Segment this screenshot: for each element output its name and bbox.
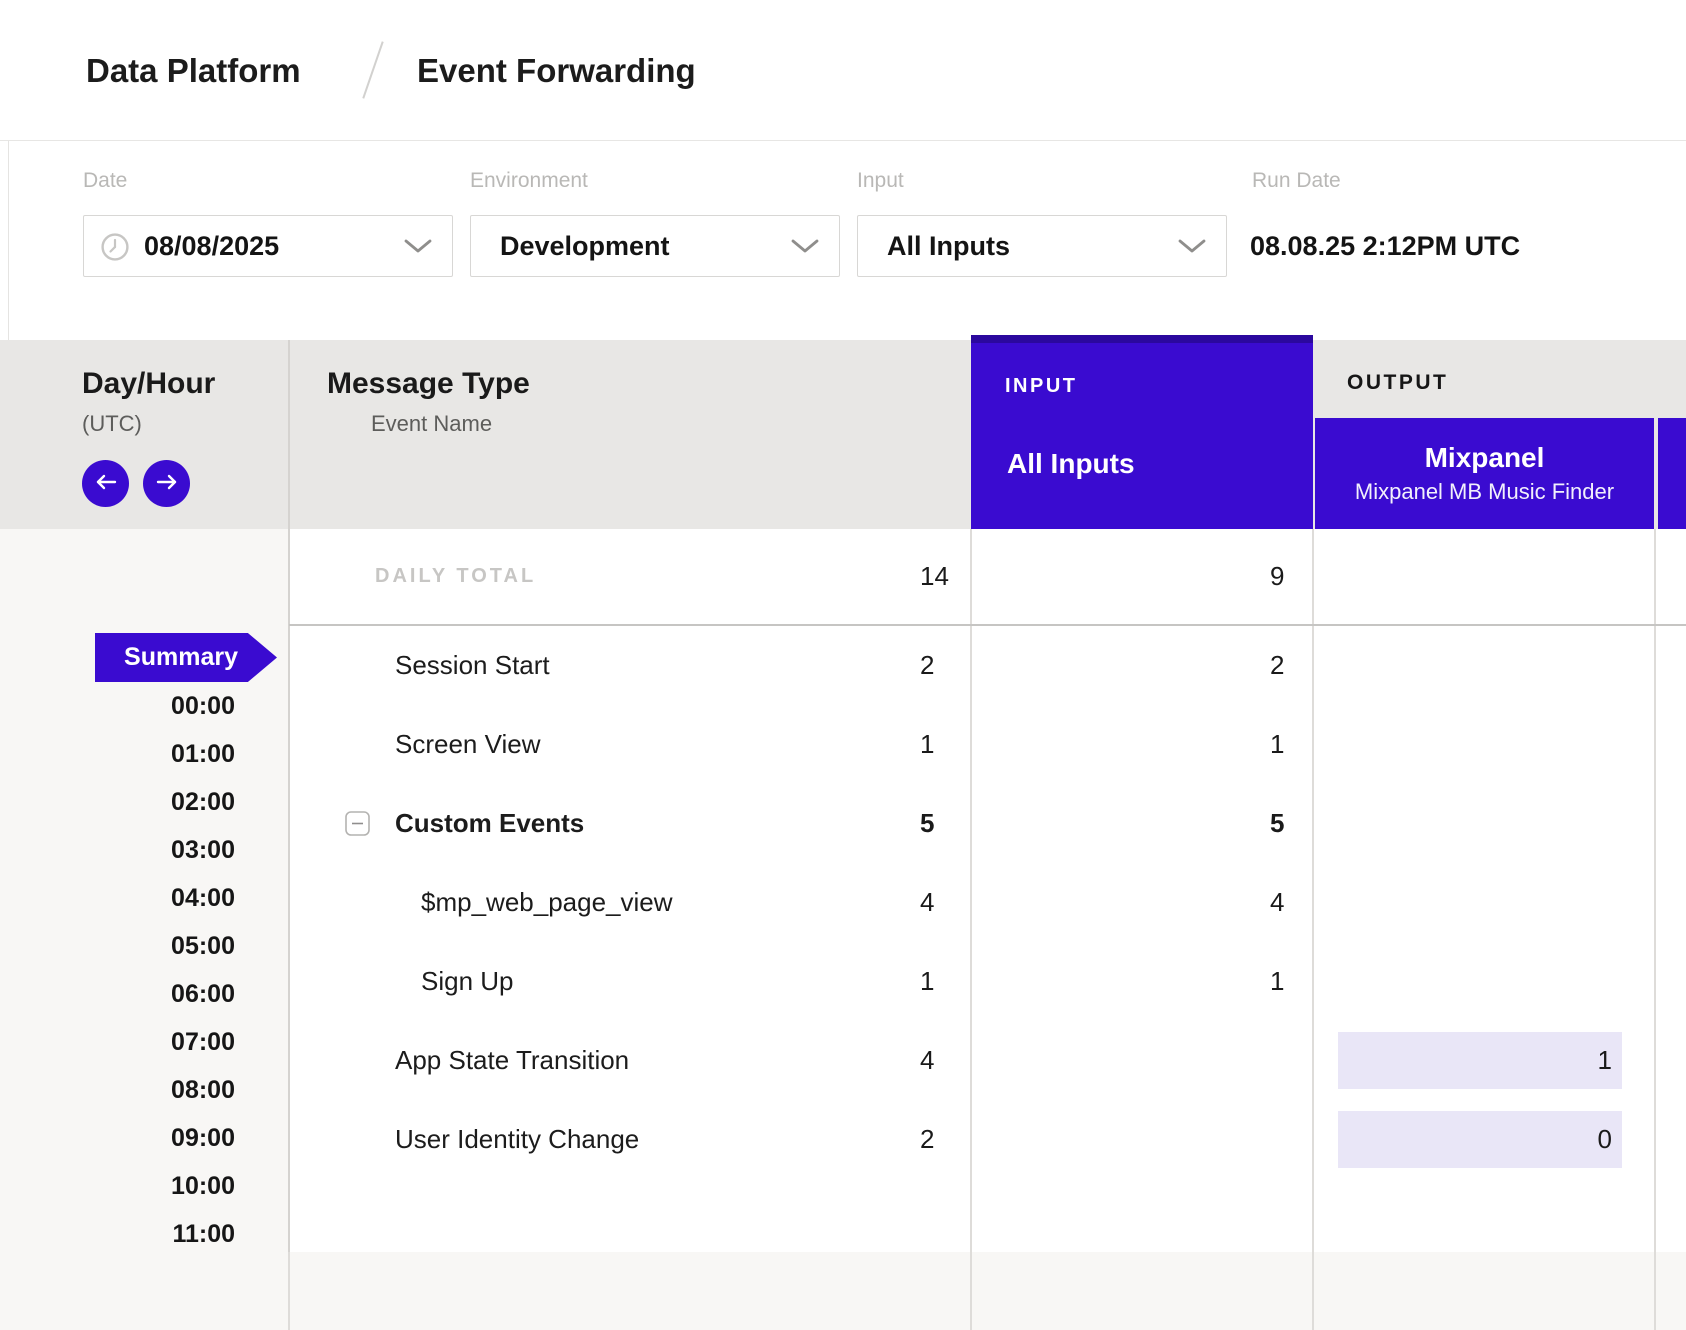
hour-label-11[interactable]: 11:00: [0, 1210, 235, 1258]
output-value-cell[interactable]: 1: [1313, 705, 1655, 784]
table-row-mp-web-page-view: $mp_web_page_view 4 4: [0, 863, 1686, 942]
input-select-value: All Inputs: [887, 216, 1010, 276]
next-day-button[interactable]: [143, 460, 190, 507]
column-divider: [288, 1252, 290, 1330]
message-type-column-title: Message Type: [327, 367, 530, 401]
input-value-cell[interactable]: 1: [971, 705, 1313, 784]
date-select[interactable]: 08/08/2025: [83, 215, 453, 277]
event-name-column-subtitle: Event Name: [371, 411, 492, 437]
chevron-down-icon: [1178, 239, 1206, 254]
chevron-down-icon: [404, 239, 432, 254]
environment-select-value: Development: [500, 216, 670, 276]
row-label: Custom Events: [395, 784, 584, 863]
input-group-label: INPUT: [1005, 375, 1078, 398]
row-label: Screen View: [395, 705, 541, 784]
clock-icon: [100, 232, 130, 262]
collapse-group-icon[interactable]: [345, 811, 370, 836]
table-footer-area: [0, 1252, 1686, 1330]
input-value-cell[interactable]: 1: [971, 942, 1313, 1021]
arrow-left-icon: [94, 473, 118, 494]
column-divider: [970, 1252, 972, 1330]
output-value-cell[interactable]: 1: [1313, 942, 1655, 1021]
chevron-down-icon: [791, 239, 819, 254]
output-group-label: OUTPUT: [1347, 371, 1448, 395]
row-label: $mp_web_page_view: [421, 863, 673, 942]
run-date-value: 08.08.25 2:12PM UTC: [1250, 224, 1520, 268]
output-name: Mixpanel: [1425, 443, 1545, 473]
daily-total-row: DAILY TOTAL 14 9: [0, 529, 1686, 624]
output-value-cell[interactable]: 2: [1313, 626, 1655, 705]
row-label: Session Start: [395, 626, 550, 705]
day-hour-column-title: Day/Hour: [82, 367, 215, 401]
input-value-cell[interactable]: 5: [971, 784, 1313, 863]
environment-select[interactable]: Development: [470, 215, 840, 277]
breadcrumb-divider-icon: [362, 41, 383, 98]
column-divider: [1654, 529, 1656, 1330]
day-hour-timezone: (UTC): [82, 411, 142, 437]
input-filter-label: Input: [857, 168, 904, 194]
table-row-sign-up: Sign Up 1 1: [0, 942, 1686, 1021]
input-select[interactable]: All Inputs: [857, 215, 1227, 277]
environment-filter-label: Environment: [470, 168, 588, 194]
table-row-app-state-transition: App State Transition 4 1: [0, 1021, 1686, 1100]
table-row-screen-view: Screen View 1 1: [0, 705, 1686, 784]
output-value-cell-highlighted[interactable]: 0: [1313, 1100, 1655, 1179]
daily-total-label: DAILY TOTAL: [375, 529, 536, 624]
date-select-value: 08/08/2025: [144, 216, 279, 276]
input-column-name: All Inputs: [1007, 448, 1135, 480]
input-value-cell[interactable]: 2: [971, 626, 1313, 705]
input-value-cell[interactable]: 4: [971, 1021, 1313, 1100]
table-row-session-start: Session Start 2 2: [0, 626, 1686, 705]
daily-total-output-cell: 9: [1313, 529, 1655, 624]
output-value-cell[interactable]: 5: [1313, 784, 1655, 863]
previous-day-button[interactable]: [82, 460, 129, 507]
row-label: App State Transition: [395, 1021, 629, 1100]
output-connection-name: Mixpanel MB Music Finder: [1355, 480, 1614, 504]
run-date-label: Run Date: [1252, 168, 1341, 194]
column-divider: [1654, 1252, 1656, 1330]
table-row-custom-events: Custom Events 5 5: [0, 784, 1686, 863]
column-divider: [288, 340, 290, 1330]
breadcrumb-section[interactable]: Data Platform: [86, 50, 301, 92]
date-filter-label: Date: [83, 168, 127, 194]
arrow-right-icon: [155, 473, 179, 494]
row-label: User Identity Change: [395, 1100, 639, 1179]
output-value-cell-highlighted[interactable]: 1: [1313, 1021, 1655, 1100]
table-row-user-identity-change: User Identity Change 2 0: [0, 1100, 1686, 1179]
column-divider: [1312, 1252, 1314, 1330]
output-column-header-mixpanel[interactable]: Mixpanel Mixpanel MB Music Finder: [1315, 418, 1654, 529]
breadcrumb-page-title: Event Forwarding: [417, 50, 696, 92]
output-value-cell[interactable]: 4: [1313, 863, 1655, 942]
input-value-cell[interactable]: 2: [971, 1100, 1313, 1179]
row-label: Sign Up: [421, 942, 514, 1021]
input-value-cell[interactable]: 4: [971, 863, 1313, 942]
breadcrumb-bar: Data Platform Event Forwarding: [0, 0, 1686, 141]
input-column-header: INPUT All Inputs: [971, 335, 1313, 529]
daily-total-input-cell: 14: [971, 529, 1313, 624]
output-column-header-partial: [1658, 418, 1686, 529]
event-forwarding-page: Data Platform Event Forwarding Date Envi…: [0, 0, 1686, 1330]
